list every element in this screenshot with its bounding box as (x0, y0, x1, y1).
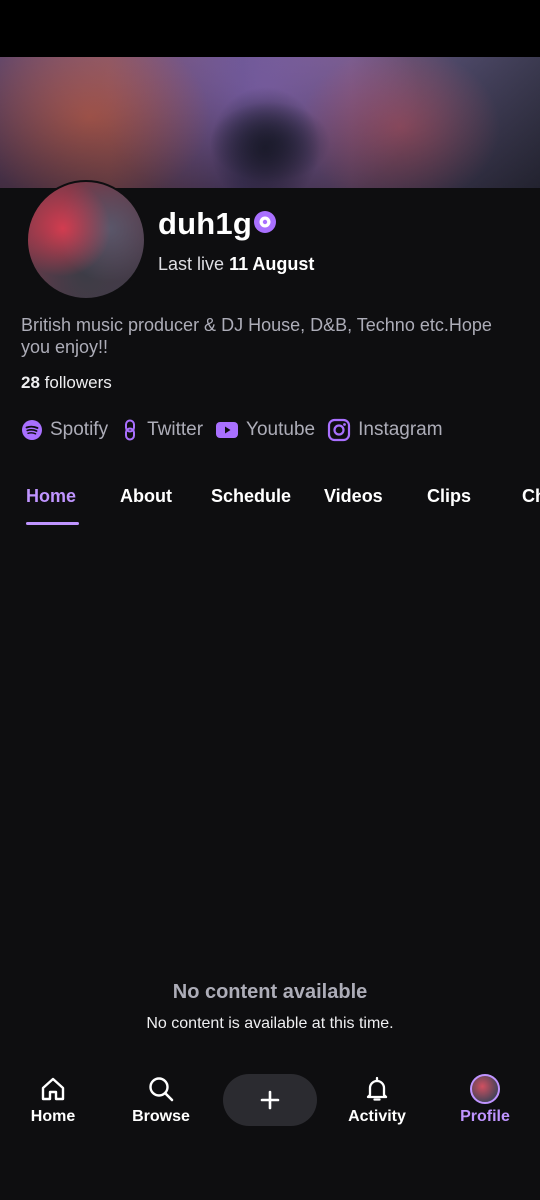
status-bar (0, 0, 540, 57)
nav-home[interactable]: Home (8, 1074, 98, 1126)
followers-count[interactable]: 28 followers (21, 373, 112, 393)
nav-label: Activity (348, 1108, 406, 1125)
empty-state-title: No content available (172, 981, 368, 1003)
social-link-youtube[interactable]: Youtube (215, 419, 315, 441)
plus-icon (260, 1090, 280, 1110)
tab-clips[interactable]: Clips (427, 486, 471, 507)
nav-label: Home (30, 1108, 76, 1125)
partner-badge-icon (254, 211, 276, 233)
empty-state-subtitle: No content is available at this time. (146, 1015, 394, 1032)
social-label: Spotify (50, 419, 109, 440)
channel-avatar[interactable] (26, 180, 146, 300)
followers-label: followers (44, 373, 112, 392)
tab-schedule[interactable]: Schedule (211, 486, 291, 507)
tab-about[interactable]: About (120, 486, 172, 507)
followers-number: 28 (21, 373, 40, 392)
bell-icon (366, 1076, 388, 1101)
instagram-icon (327, 418, 351, 442)
social-link-twitter[interactable]: Twitter (120, 419, 203, 441)
social-label: Twitter (147, 419, 204, 440)
avatar (470, 1074, 500, 1104)
channel-tabs: Home About Schedule Videos Clips Ch (0, 478, 540, 528)
last-live: Last live 11 August (158, 254, 314, 275)
social-label: Youtube (246, 419, 316, 440)
youtube-icon (216, 422, 239, 438)
social-label: Instagram (358, 419, 443, 440)
social-link-instagram[interactable]: Instagram (327, 418, 443, 442)
channel-name: duh1g (158, 206, 252, 241)
create-button[interactable] (223, 1074, 317, 1126)
nav-browse[interactable]: Browse (116, 1074, 206, 1126)
social-link-spotify[interactable]: Spotify (21, 419, 108, 441)
home-icon (41, 1077, 65, 1101)
nav-label: Profile (460, 1108, 510, 1125)
nav-label: Browse (132, 1108, 190, 1125)
search-icon (149, 1077, 174, 1102)
channel-banner (0, 57, 540, 188)
nav-profile[interactable]: Profile (440, 1074, 530, 1126)
last-live-label: Last live (158, 254, 225, 274)
spotify-icon (22, 420, 42, 440)
tab-videos[interactable]: Videos (324, 486, 383, 507)
channel-bio: British music producer & DJ House, D&B, … (21, 315, 492, 357)
bottom-navigation: Home Browse Activity Profile (0, 1060, 540, 1140)
tab-home[interactable]: Home (26, 486, 76, 507)
link-icon (125, 419, 136, 441)
social-links: Spotify Twitter Youtube Instagram (21, 416, 455, 444)
last-live-date: 11 August (229, 254, 315, 274)
banner-haze (0, 57, 540, 188)
nav-activity[interactable]: Activity (332, 1074, 422, 1126)
tab-chat[interactable]: Ch (522, 486, 540, 507)
active-tab-indicator (26, 522, 79, 525)
